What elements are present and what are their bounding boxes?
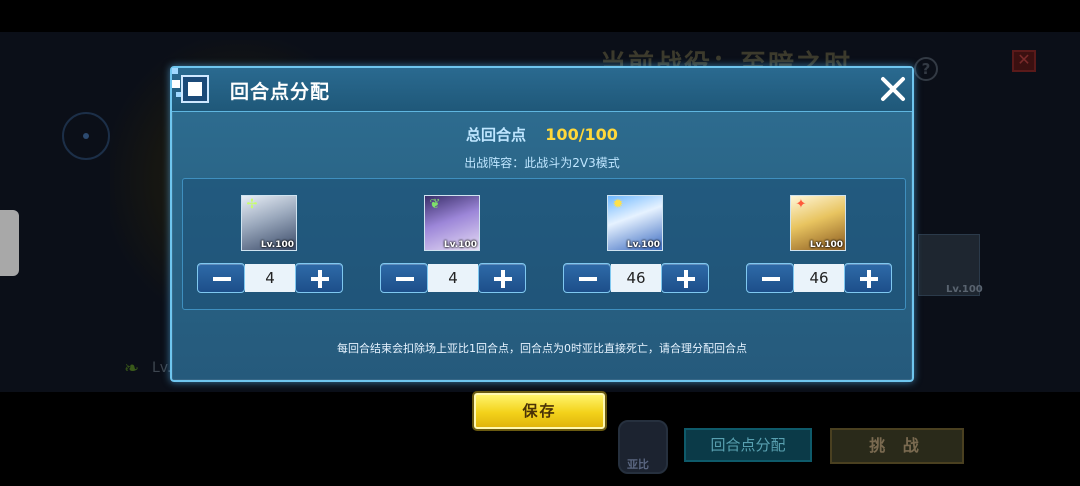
decrease-button[interactable]	[746, 263, 794, 293]
points-stepper: 4	[380, 263, 526, 293]
hero-slot-3: ✹ Lv.100 46	[563, 191, 709, 301]
light-element-icon: ✹	[612, 197, 624, 212]
points-stepper: 4	[197, 263, 343, 293]
background-target-icon	[62, 112, 110, 160]
plus-icon	[860, 270, 878, 288]
total-points-row: 总回合点 100/100	[172, 124, 912, 145]
increase-button[interactable]	[478, 263, 526, 293]
background-hero-level: Lv.100	[946, 284, 983, 295]
grass-element-icon: ❦	[429, 197, 441, 212]
points-value[interactable]: 46	[794, 264, 844, 292]
plus-icon	[677, 270, 695, 288]
total-points-value: 100/100	[545, 125, 618, 144]
decrease-button[interactable]	[380, 263, 428, 293]
minus-icon	[213, 277, 231, 281]
round-point-dialog: 回合点分配 总回合点 100/100 出战阵容：此战斗为2V3模式 ✢ Lv.1…	[170, 66, 914, 382]
points-stepper: 46	[563, 263, 709, 293]
dialog-corner-icon	[172, 68, 209, 103]
increase-button[interactable]	[661, 263, 709, 293]
decrease-button[interactable]	[563, 263, 611, 293]
hero-level: Lv.100	[443, 240, 477, 250]
plus-icon	[494, 270, 512, 288]
challenge-button[interactable]: 挑 战	[830, 428, 964, 464]
points-value[interactable]: 4	[428, 264, 478, 292]
increase-button[interactable]	[295, 263, 343, 293]
close-icon[interactable]	[878, 74, 908, 104]
hero-slot-1: ✢ Lv.100 4	[197, 191, 343, 301]
hero-level: Lv.100	[809, 240, 843, 250]
hero-portrait[interactable]: ✦ Lv.100	[790, 195, 846, 251]
hero-level: Lv.100	[260, 240, 294, 250]
help-icon[interactable]: ?	[914, 57, 938, 81]
total-points-label: 总回合点	[466, 126, 527, 144]
background-close-icon[interactable]: ✕	[1012, 50, 1036, 72]
increase-button[interactable]	[844, 263, 892, 293]
decrease-button[interactable]	[197, 263, 245, 293]
lineup-note: 出战阵容：此战斗为2V3模式	[464, 156, 620, 170]
minus-icon	[396, 277, 414, 281]
points-value[interactable]: 4	[245, 264, 295, 292]
hero-level: Lv.100	[626, 240, 660, 250]
side-drawer-tab[interactable]	[0, 210, 19, 276]
dialog-header: 回合点分配	[172, 68, 912, 112]
points-stepper: 46	[746, 263, 892, 293]
round-point-allocation-button[interactable]: 回合点分配	[684, 428, 812, 462]
hero-portrait[interactable]: ✹ Lv.100	[607, 195, 663, 251]
save-button[interactable]: 保存	[474, 393, 605, 429]
hero-slot-4: ✦ Lv.100 46	[746, 191, 892, 301]
hero-allocation-panel: ✢ Lv.100 4 ❦ Lv.100 4 ✹ Lv.100 46 ✦ Lv.1…	[182, 178, 906, 310]
wind-element-icon: ✢	[246, 197, 258, 212]
points-value[interactable]: 46	[611, 264, 661, 292]
hero-portrait[interactable]: ✢ Lv.100	[241, 195, 297, 251]
minus-icon	[579, 277, 597, 281]
leaf-icon: ❧	[124, 358, 140, 379]
hero-slot-2: ❦ Lv.100 4	[380, 191, 526, 301]
minus-icon	[762, 277, 780, 281]
fire-element-icon: ✦	[795, 197, 807, 212]
footer-note: 每回合结束会扣除场上亚比1回合点，回合点为0时亚比直接死亡，请合理分配回合点	[337, 342, 747, 355]
dialog-title: 回合点分配	[230, 81, 331, 103]
yabi-label: 亚比	[627, 458, 649, 471]
plus-icon	[311, 270, 329, 288]
hero-portrait[interactable]: ❦ Lv.100	[424, 195, 480, 251]
